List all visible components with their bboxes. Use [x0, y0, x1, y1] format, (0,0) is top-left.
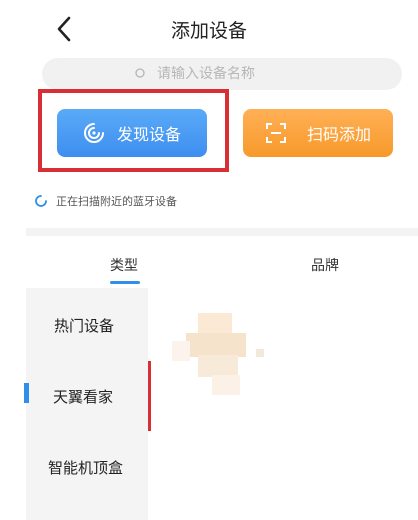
scan-status-text: 正在扫描附近的蓝牙设备 — [56, 195, 177, 208]
search-input[interactable] — [155, 65, 309, 83]
highlight-box-discover — [38, 89, 229, 172]
tab-brand[interactable]: 品牌 — [311, 255, 339, 275]
page-title: 添加设备 — [170, 20, 247, 42]
scan-icon — [265, 123, 286, 143]
active-tab-indicator — [110, 281, 140, 284]
category-item-smart-tv-box[interactable]: 智能机顶盒 — [48, 457, 123, 478]
section-divider — [26, 228, 418, 236]
category-item-hot-devices[interactable]: 热门设备 — [54, 315, 114, 336]
blurred-device-image — [172, 313, 264, 395]
loading-spinner-icon — [35, 195, 47, 207]
search-icon — [135, 68, 145, 78]
active-category-indicator — [24, 383, 29, 403]
category-item-tianyi-kanjia[interactable]: 天翼看家 — [53, 386, 113, 407]
scan-status: 正在扫描附近的蓝牙设备 — [35, 193, 177, 209]
scan-add-label: 扫码添加 — [306, 125, 371, 144]
search-bar[interactable] — [42, 58, 402, 90]
tab-type[interactable]: 类型 — [110, 255, 138, 275]
scan-add-button[interactable]: 扫码添加 — [243, 109, 393, 157]
